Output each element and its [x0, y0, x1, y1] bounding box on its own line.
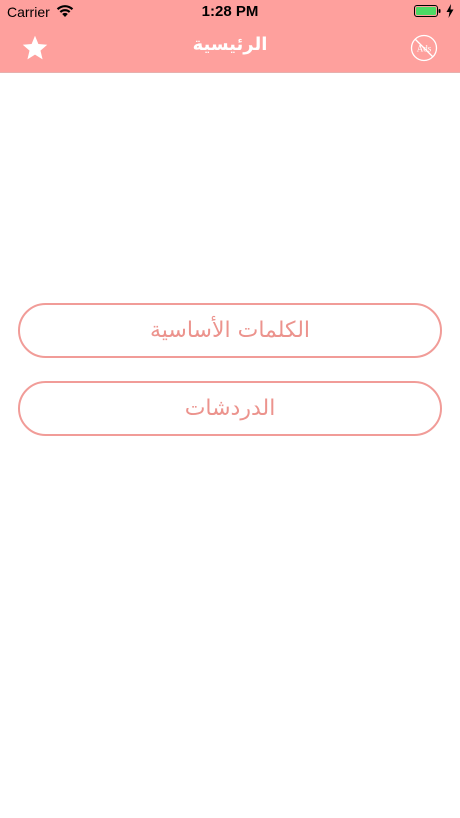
- status-bar: Carrier 1:28 PM: [0, 0, 460, 24]
- keywords-label: الكلمات الأساسية: [149, 318, 311, 343]
- star-icon: [22, 35, 48, 60]
- no-ads-label: Ads: [417, 44, 432, 54]
- charging-bolt-icon: [446, 4, 454, 18]
- chats-label: الدردشات: [184, 396, 276, 421]
- battery-icon: [414, 5, 441, 17]
- main-menu: الكلمات الأساسية الدردشات: [18, 303, 442, 459]
- navigation-bar: الرئيسية Ads: [0, 24, 460, 73]
- keywords-button[interactable]: الكلمات الأساسية: [18, 303, 442, 358]
- status-time: 1:28 PM: [201, 3, 259, 20]
- chats-button[interactable]: الدردشات: [18, 381, 442, 436]
- favorites-button[interactable]: [18, 31, 52, 65]
- no-ads-icon[interactable]: Ads: [410, 34, 438, 62]
- page-title: الرئيسية: [192, 34, 268, 55]
